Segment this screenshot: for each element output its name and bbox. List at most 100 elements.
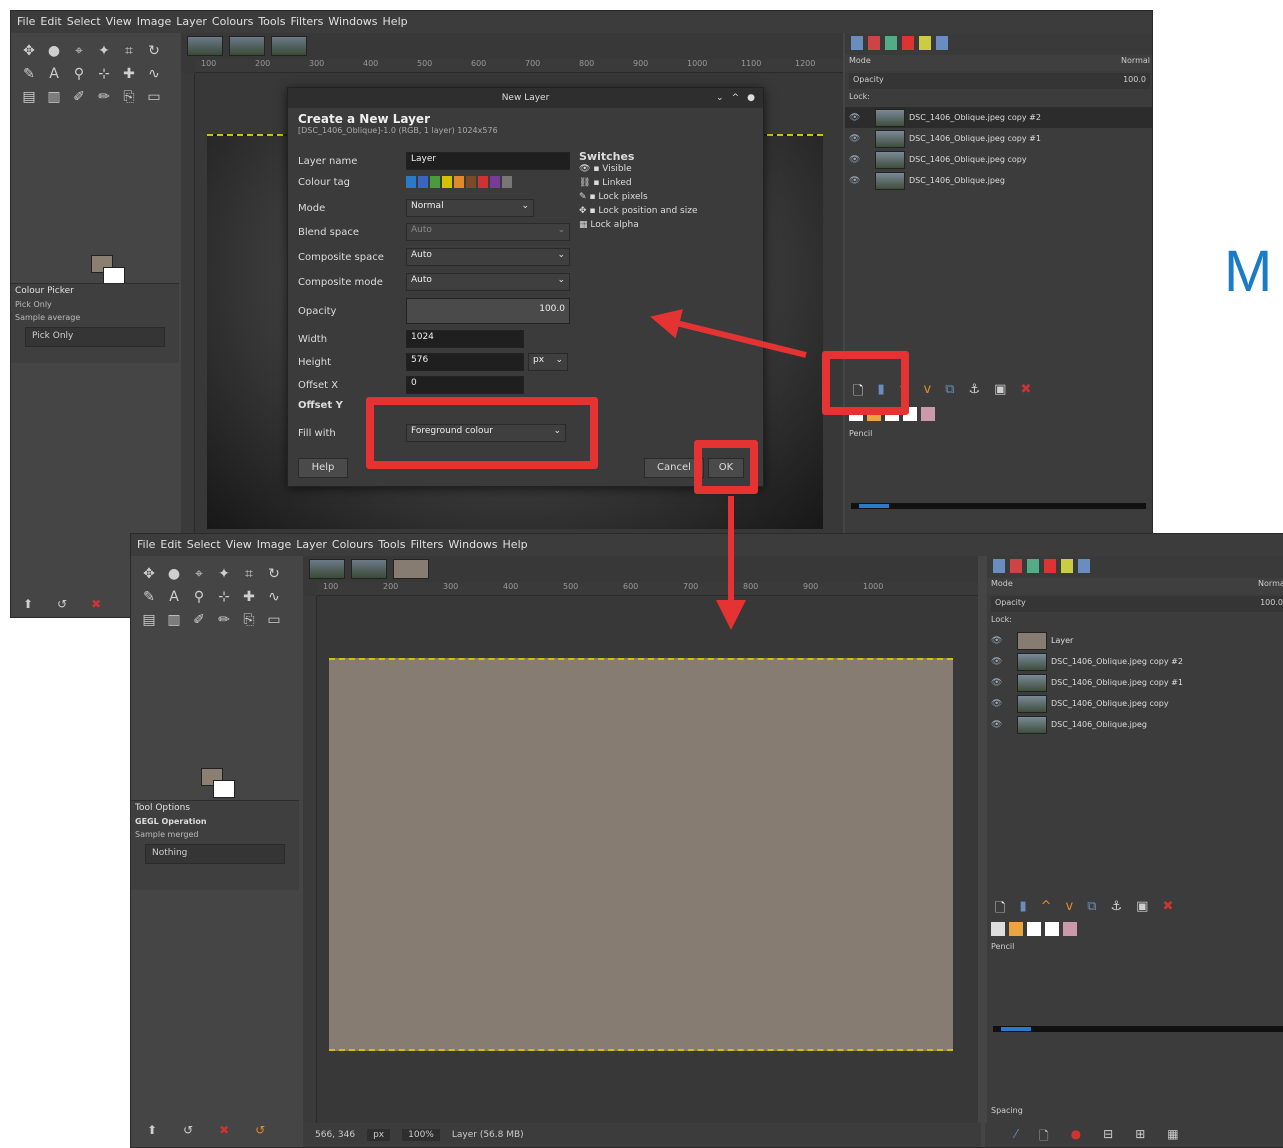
layer-row[interactable]: 👁 Layer xyxy=(987,630,1283,651)
tool-options-sub[interactable]: Sample merged xyxy=(131,828,299,841)
mode-value[interactable]: Normal xyxy=(1258,579,1283,593)
layer-name-input[interactable]: Layer xyxy=(406,152,570,170)
histogram-tab-icon[interactable] xyxy=(919,36,931,50)
opacity-spinner[interactable]: 100.0 xyxy=(406,298,570,324)
layers-tab-icon[interactable] xyxy=(851,36,863,50)
image-tab-thumbnail[interactable] xyxy=(187,36,223,56)
paths-tab-icon[interactable] xyxy=(1027,559,1039,573)
image-tab-thumbnail[interactable] xyxy=(229,36,265,56)
heal-icon[interactable]: ✚ xyxy=(239,587,259,607)
text-tool-icon[interactable]: A xyxy=(44,64,64,84)
image-canvas-area[interactable]: 100 200 300 400 500 600 700 800 900 1000 xyxy=(303,556,978,1123)
menu-item[interactable]: Edit xyxy=(160,538,181,552)
color-picker-icon[interactable]: ✎ xyxy=(19,64,39,84)
eye-icon[interactable]: 👁 xyxy=(849,176,871,186)
menu-item[interactable]: Filters xyxy=(290,15,323,29)
restore-icon[interactable]: ↺ xyxy=(57,597,67,611)
brush-icon[interactable]: ✏ xyxy=(214,610,234,630)
eraser-icon[interactable]: ▭ xyxy=(264,610,284,630)
clone-icon[interactable]: ⎘ xyxy=(119,87,139,107)
rotate-icon[interactable]: ↻ xyxy=(144,41,164,61)
layer-row[interactable]: 👁 DSC_1406_Oblique.jpeg copy #2 xyxy=(987,651,1283,672)
undo-tab-icon[interactable] xyxy=(1078,559,1090,573)
brush-icon[interactable]: ✏ xyxy=(94,87,114,107)
new-layer-icon[interactable]: 🗋 xyxy=(995,899,1005,921)
menu-item[interactable]: View xyxy=(106,15,132,29)
anchor-layer-icon[interactable]: ⚓ xyxy=(1111,899,1123,921)
mask-icon[interactable]: ▣ xyxy=(994,382,1006,404)
delete-layer-icon[interactable]: ✖ xyxy=(1162,899,1173,921)
layer-row[interactable]: 👁 DSC_1406_Oblique.jpeg xyxy=(845,170,1152,191)
menu-item[interactable]: Select xyxy=(187,538,221,552)
eye-icon[interactable]: 👁 xyxy=(849,155,871,165)
image-tab-thumbnail[interactable] xyxy=(309,559,345,579)
ellipse-select-icon[interactable]: ● xyxy=(164,564,184,584)
opacity-value[interactable]: 100.0 xyxy=(1260,598,1283,610)
layer-row[interactable]: 👁 DSC_1406_Oblique.jpeg copy xyxy=(987,693,1283,714)
color-tag-green[interactable] xyxy=(430,176,440,188)
mode-value[interactable]: Normal xyxy=(1121,56,1150,70)
width-input[interactable]: 1024 xyxy=(406,330,524,348)
image-tab-thumbnail[interactable] xyxy=(271,36,307,56)
channels-tab-icon[interactable] xyxy=(868,36,880,50)
menu-item[interactable]: Filters xyxy=(410,538,443,552)
paint-icon[interactable]: ✐ xyxy=(69,87,89,107)
delete-preset-icon[interactable]: ✖ xyxy=(91,597,101,611)
close-icon[interactable]: ● xyxy=(747,93,755,103)
eye-icon[interactable]: 👁 xyxy=(849,134,871,144)
color-tag-blue[interactable] xyxy=(418,176,428,188)
mode-select[interactable]: Normal ⌄ xyxy=(406,199,534,217)
minimize-icon[interactable]: ⌄ xyxy=(716,93,724,103)
brush-spacing-slider[interactable] xyxy=(993,1026,1283,1032)
tool-options-select[interactable]: Nothing xyxy=(145,844,285,864)
menu-item[interactable]: Image xyxy=(257,538,291,552)
color-tag-orange[interactable] xyxy=(454,176,464,188)
menu-item[interactable]: View xyxy=(226,538,252,552)
unit-select[interactable]: px ⌄ xyxy=(528,353,568,371)
grid-icon[interactable]: ▦ xyxy=(1167,1127,1178,1143)
new-brush-icon[interactable]: 🗋 xyxy=(1039,1127,1049,1143)
layers-tab-icon[interactable] xyxy=(993,559,1005,573)
restore-icon[interactable]: ↺ xyxy=(183,1123,193,1137)
tool-options-select[interactable]: Pick Only xyxy=(25,327,165,347)
image-tab-thumbnail[interactable] xyxy=(351,559,387,579)
heal-icon[interactable]: ✚ xyxy=(119,64,139,84)
layer-row[interactable]: 👁 DSC_1406_Oblique.jpeg copy #1 xyxy=(987,672,1283,693)
paths-tab-icon[interactable] xyxy=(885,36,897,50)
palette-tab-icon[interactable] xyxy=(921,407,935,421)
histogram-tab-icon[interactable] xyxy=(1061,559,1073,573)
save-preset-icon[interactable]: ⬆ xyxy=(23,597,33,611)
font-tab-icon[interactable] xyxy=(1045,922,1059,936)
undo-tab-icon[interactable] xyxy=(936,36,948,50)
offset-x-input[interactable]: 0 xyxy=(406,376,524,394)
free-select-icon[interactable]: ⌖ xyxy=(69,41,89,61)
unit-select[interactable]: px xyxy=(367,1129,391,1141)
height-input[interactable]: 576 xyxy=(406,353,524,371)
gradient-icon[interactable]: ▥ xyxy=(44,87,64,107)
blend-space-select[interactable]: Auto ⌄ xyxy=(406,223,570,241)
menu-item[interactable]: Edit xyxy=(40,15,61,29)
menu-item[interactable]: File xyxy=(137,538,155,552)
measure-icon[interactable]: ⊹ xyxy=(214,587,234,607)
opacity-row[interactable]: Opacity 100.0 xyxy=(849,73,1150,89)
lower-layer-icon[interactable]: v xyxy=(924,382,932,404)
opacity-value[interactable]: 100.0 xyxy=(1123,75,1146,87)
layer-row[interactable]: 👁 DSC_1406_Oblique.jpeg xyxy=(987,714,1283,735)
colormap-tab-icon[interactable] xyxy=(902,36,914,50)
menu-item[interactable]: Help xyxy=(383,15,408,29)
color-tag-none[interactable] xyxy=(406,176,416,188)
color-picker-icon[interactable]: ✎ xyxy=(139,587,159,607)
eye-icon[interactable]: 👁 xyxy=(849,113,871,123)
mask-icon[interactable]: ▣ xyxy=(1136,899,1148,921)
minus-icon[interactable]: ⊟ xyxy=(1103,1127,1113,1143)
image-tab-thumbnail[interactable] xyxy=(393,559,429,579)
eye-icon[interactable]: 👁 xyxy=(991,636,1013,646)
move-tool-icon[interactable]: ✥ xyxy=(19,41,39,61)
brush-spacing-slider[interactable] xyxy=(851,503,1146,509)
composite-space-select[interactable]: Auto ⌄ xyxy=(406,248,570,266)
rotate-icon[interactable]: ↻ xyxy=(264,564,284,584)
menu-item[interactable]: Colours xyxy=(332,538,373,552)
color-tag-brown[interactable] xyxy=(466,176,476,188)
colormap-tab-icon[interactable] xyxy=(1044,559,1056,573)
crop-icon[interactable]: ⌗ xyxy=(239,564,259,584)
